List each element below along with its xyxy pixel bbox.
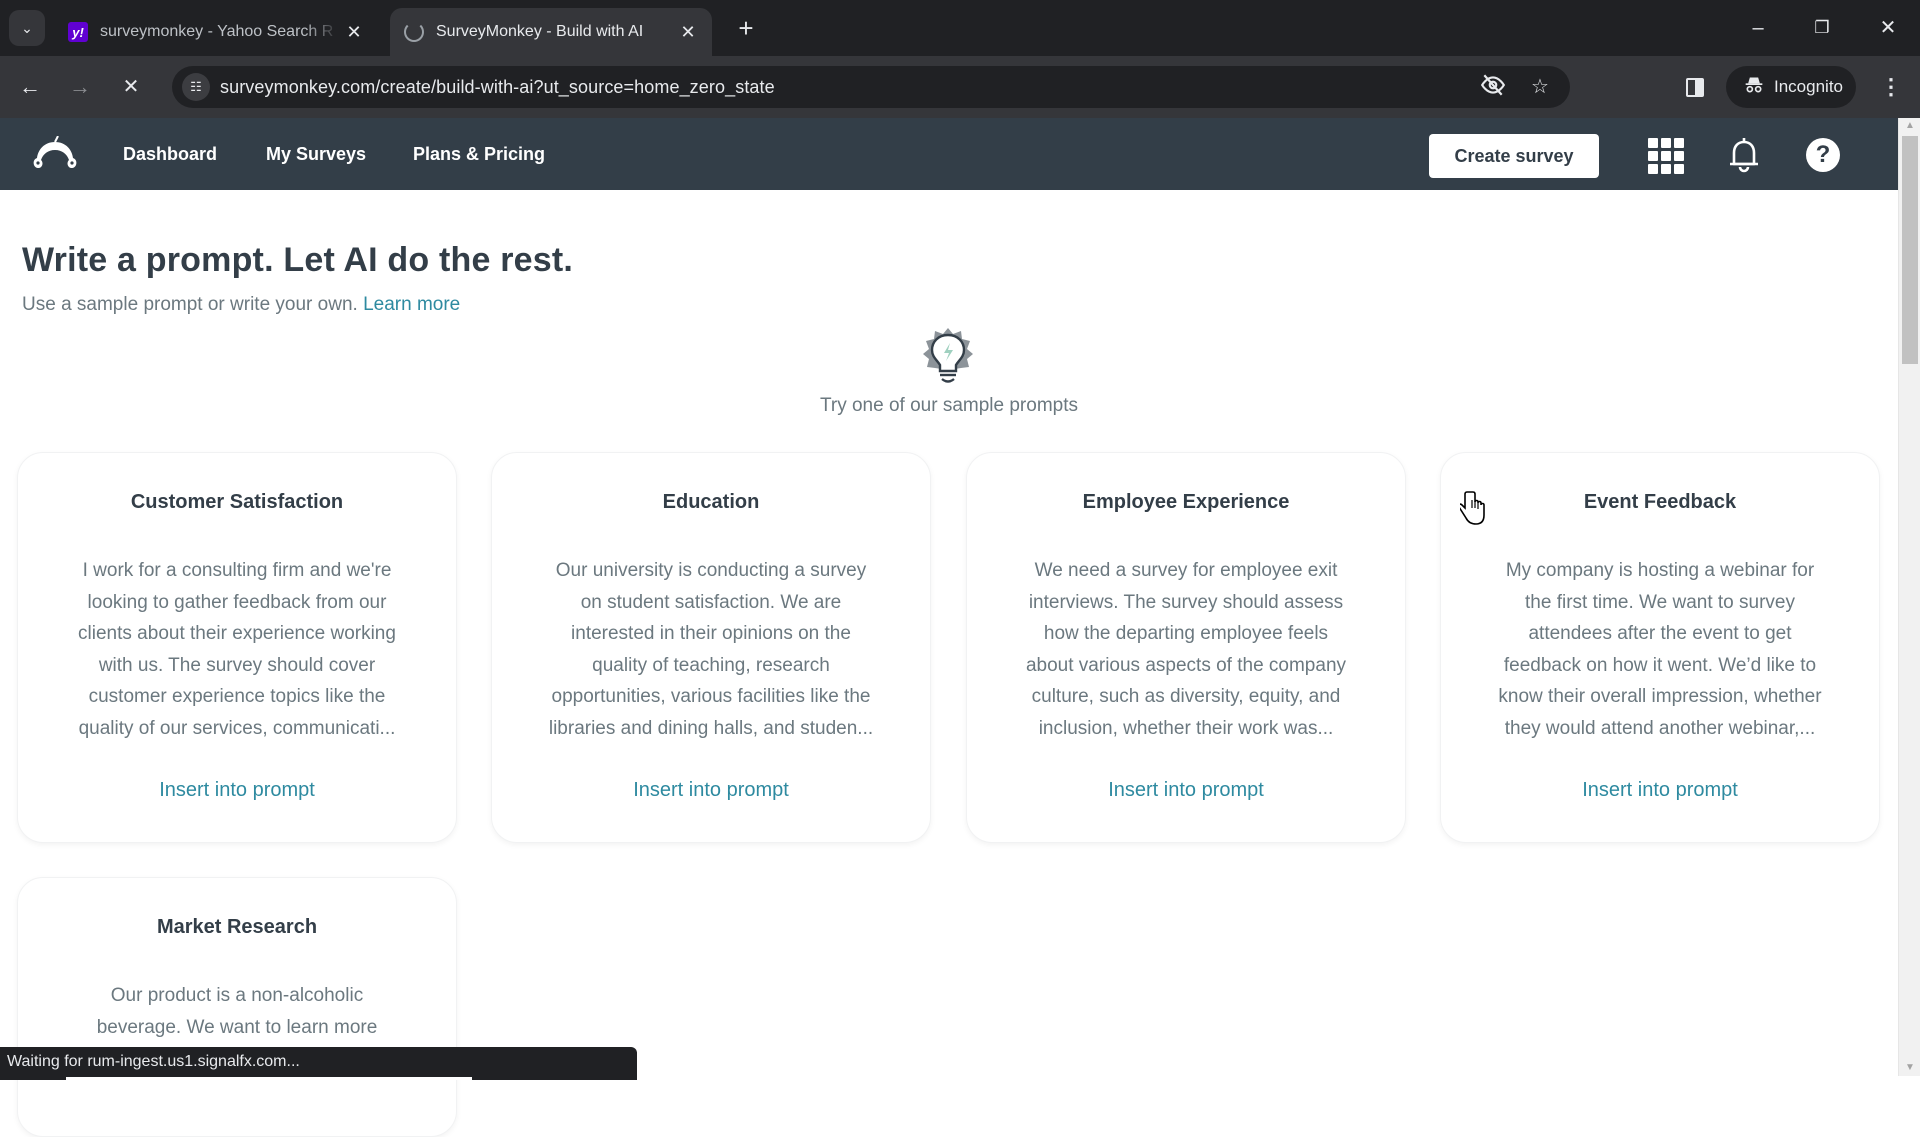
subtitle-text: Use a sample prompt or write your own. <box>22 294 358 315</box>
card-body: Our university is conducting a survey on… <box>524 555 898 745</box>
samples-heading: Try one of our sample prompts <box>819 395 1078 416</box>
status-text: Waiting for rum-ingest.us1.signalfx.com.… <box>7 1053 300 1070</box>
card-body-line: feedback on how it went. We’d like to <box>1503 654 1817 676</box>
scroll-up-arrow-icon[interactable]: ▲ <box>1899 118 1920 134</box>
tab-search-button[interactable]: ⌄ <box>9 10 45 46</box>
tab-title: SurveyMonkey - Build with AI <box>436 23 644 40</box>
card-body-line: inclusion, whether their work was... <box>1038 717 1334 739</box>
create-survey-button[interactable]: Create survey <box>1429 134 1599 178</box>
incognito-label: Incognito <box>1774 77 1843 96</box>
hand-pointer-cursor-icon <box>1457 490 1490 526</box>
card-body-line: We need a survey for employee exit <box>1034 560 1338 581</box>
address-bar[interactable]: ☷ surveymonkey.com/create/build-with-ai?… <box>172 66 1570 108</box>
card-body-line: attendees after the event to get <box>1528 623 1792 645</box>
bookmark-star-icon[interactable]: ☆ <box>1525 72 1555 102</box>
incognito-icon <box>1744 75 1764 100</box>
incognito-badge[interactable]: Incognito <box>1726 66 1856 108</box>
card-body-line: culture, such as diversity, equity, and <box>1031 686 1341 708</box>
close-window-button[interactable]: ✕ <box>1866 10 1910 46</box>
card-title: Education <box>662 491 760 513</box>
nav-plans-pricing[interactable]: Plans & Pricing <box>413 118 545 190</box>
card-body-line: customer experience topics like the <box>88 686 386 708</box>
browser-menu-icon[interactable]: ⋮ <box>1876 69 1906 105</box>
card-body-line: beverage. We want to learn more <box>96 1016 378 1038</box>
card-body: We need a survey for employee exit inter… <box>999 555 1373 745</box>
scroll-down-arrow-icon[interactable]: ▼ <box>1899 1060 1920 1076</box>
eye-slash-icon[interactable] <box>1478 72 1508 102</box>
sample-card-education[interactable]: Education Our university is conducting a… <box>491 452 931 843</box>
tab-title: surveymonkey - Yahoo Search R <box>100 23 334 40</box>
scrollbar-thumb[interactable] <box>1902 136 1918 364</box>
card-body-line: with us. The survey should cover <box>98 654 376 676</box>
card-body-line: libraries and dining halls, and studen..… <box>548 717 874 739</box>
page-scrollbar[interactable]: ▲ ▼ <box>1898 118 1920 1076</box>
url-text[interactable]: surveymonkey.com/create/build-with-ai?ut… <box>220 66 775 108</box>
card-body: My company is hosting a webinar for the … <box>1473 555 1847 745</box>
card-body-line: about various aspects of the company <box>1025 654 1347 676</box>
browser-toolbar: ← → ✕ ☷ surveymonkey.com/create/build-wi… <box>0 56 1920 118</box>
yahoo-icon: y! <box>68 22 88 42</box>
card-title: Customer Satisfaction <box>130 491 344 513</box>
insert-into-prompt-link[interactable]: Insert into prompt <box>492 779 930 802</box>
tab-yahoo-search[interactable]: y! surveymonkey - Yahoo Search R ✕ <box>58 8 378 56</box>
site-header: Dashboard My Surveys Plans & Pricing Cre… <box>0 118 1898 190</box>
sample-card-event-feedback[interactable]: Event Feedback My company is hosting a w… <box>1440 452 1880 843</box>
card-body-line: interviews. The survey should assess <box>1028 591 1344 613</box>
site-info-icon[interactable]: ☷ <box>182 73 210 101</box>
page-subtitle: Use a sample prompt or write your own. L… <box>22 294 460 316</box>
back-button[interactable]: ← <box>12 69 48 105</box>
sample-card-employee-experience[interactable]: Employee Experience We need a survey for… <box>966 452 1406 843</box>
card-title: Event Feedback <box>1583 491 1737 513</box>
new-tab-button[interactable]: + <box>732 14 760 42</box>
browser-tab-strip: ⌄ y! surveymonkey - Yahoo Search R ✕ Sur… <box>0 0 1920 56</box>
close-tab-icon[interactable]: ✕ <box>340 22 368 43</box>
card-body-line: quality of teaching, research <box>592 654 830 676</box>
restore-button[interactable]: ❐ <box>1800 10 1844 46</box>
stop-loading-button[interactable]: ✕ <box>113 69 149 105</box>
minimize-button[interactable]: – <box>1736 10 1780 46</box>
insert-into-prompt-link[interactable]: Insert into prompt <box>967 779 1405 802</box>
card-body-line: My company is hosting a webinar for <box>1505 560 1815 581</box>
help-icon[interactable]: ? <box>1806 138 1840 172</box>
card-body-line: know their overall impression, whether <box>1498 686 1822 708</box>
sample-card-market-research[interactable]: Market Research Our product is a non-alc… <box>17 877 457 1137</box>
card-body-line: on student satisfaction. We are <box>580 591 842 613</box>
card-title: Market Research <box>156 916 318 938</box>
card-body: Our product is a non-alcoholic beverage.… <box>50 980 424 1043</box>
notifications-bell-icon[interactable] <box>1724 136 1764 174</box>
card-body-line: I work for a consulting firm and we're <box>82 560 392 581</box>
surveymonkey-logo-icon[interactable] <box>30 135 80 172</box>
lightbulb-icon <box>921 326 975 388</box>
nav-my-surveys[interactable]: My Surveys <box>266 118 366 190</box>
card-body-line: opportunities, various facilities like t… <box>551 686 871 708</box>
card-body-line: they would attend another webinar,... <box>1504 717 1816 739</box>
card-body-line: clients about their experience working <box>78 623 396 645</box>
tab-build-with-ai[interactable]: SurveyMonkey - Build with AI ✕ <box>390 8 712 56</box>
card-body-line: how the departing employee feels <box>1043 623 1329 645</box>
card-body-line: Our product is a non-alcoholic <box>110 985 364 1006</box>
side-panel-icon[interactable] <box>1676 69 1712 105</box>
forward-button[interactable]: → <box>62 69 98 105</box>
insert-into-prompt-link[interactable]: Insert into prompt <box>1441 779 1879 802</box>
apps-grid-icon[interactable] <box>1648 138 1684 174</box>
card-body-line: Our university is conducting a survey <box>555 560 867 581</box>
card-body-line: the first time. We want to survey <box>1525 591 1795 613</box>
card-body-line: interested in their opinions on the <box>571 623 851 645</box>
loading-spinner-icon <box>404 22 424 42</box>
sample-card-customer-satisfaction[interactable]: Customer Satisfaction I work for a consu… <box>17 452 457 843</box>
chevron-down-icon: ⌄ <box>21 19 33 36</box>
learn-more-link[interactable]: Learn more <box>363 294 460 315</box>
browser-status-bubble: Waiting for rum-ingest.us1.signalfx.com.… <box>0 1047 637 1080</box>
nav-dashboard[interactable]: Dashboard <box>123 118 217 190</box>
card-body-line: quality of our services, communicati... <box>78 717 396 739</box>
insert-into-prompt-link[interactable]: Insert into prompt <box>18 779 456 802</box>
close-tab-icon[interactable]: ✕ <box>674 22 702 43</box>
card-body: I work for a consulting firm and we're l… <box>50 555 424 745</box>
card-title: Employee Experience <box>1082 491 1290 513</box>
page-title: Write a prompt. Let AI do the rest. <box>22 241 574 279</box>
card-body-line: looking to gather feedback from our <box>87 591 387 613</box>
